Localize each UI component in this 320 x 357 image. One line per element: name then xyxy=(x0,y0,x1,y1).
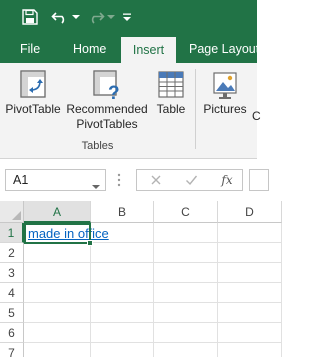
ribbon-tabs: File Home Insert Page Layout xyxy=(0,35,259,63)
select-all-icon xyxy=(12,211,21,220)
cell-d4[interactable] xyxy=(218,283,282,303)
tables-group-label: Tables xyxy=(81,140,114,152)
cell-a6[interactable] xyxy=(24,323,91,343)
redo-icon xyxy=(85,6,107,28)
cell-a3[interactable] xyxy=(24,263,91,283)
table-label: Table xyxy=(156,102,186,116)
undo-dropdown-icon[interactable] xyxy=(71,6,81,28)
cell-c6[interactable] xyxy=(154,323,218,343)
row-header-1[interactable]: 1 xyxy=(0,223,24,243)
row-header-7[interactable]: 7 xyxy=(0,343,24,357)
chevron-down-icon[interactable] xyxy=(92,177,100,195)
pivottable-button[interactable]: PivotTable xyxy=(3,68,63,117)
insert-function-button[interactable]: fx xyxy=(217,172,237,188)
row-header-5[interactable]: 5 xyxy=(0,303,24,323)
column-header-a[interactable]: A xyxy=(24,201,91,223)
row-header-6[interactable]: 6 xyxy=(0,323,24,343)
cell-d5[interactable] xyxy=(218,303,282,323)
undo-icon[interactable] xyxy=(49,6,71,28)
table-button[interactable]: Table xyxy=(152,68,190,117)
cell-b6[interactable] xyxy=(91,323,154,343)
cell-c5[interactable] xyxy=(154,303,218,323)
row-header-3[interactable]: 3 xyxy=(0,263,24,283)
enter-check-icon xyxy=(181,172,201,188)
cell-d7[interactable] xyxy=(218,343,282,357)
cell-c4[interactable] xyxy=(154,283,218,303)
column-header-d[interactable]: D xyxy=(218,201,282,223)
cell-b3[interactable] xyxy=(91,263,154,283)
cancel-icon xyxy=(146,172,166,188)
cell-a5[interactable] xyxy=(24,303,91,323)
active-cell-selection xyxy=(24,223,91,244)
name-box-value: A1 xyxy=(13,173,29,187)
column-header-b[interactable]: B xyxy=(91,201,154,223)
cell-a4[interactable] xyxy=(24,283,91,303)
customize-toolbar-icon[interactable] xyxy=(120,6,134,28)
pivottable-label: PivotTable xyxy=(5,102,61,116)
cell-a2[interactable] xyxy=(24,243,91,263)
svg-text:?: ? xyxy=(108,83,120,102)
row-header-4[interactable]: 4 xyxy=(0,283,24,303)
cell-b2[interactable] xyxy=(91,243,154,263)
select-all-button[interactable] xyxy=(0,201,24,223)
tab-insert[interactable]: Insert xyxy=(121,37,176,63)
ribbon-insert: PivotTable ? Recommended PivotTables Tab… xyxy=(0,63,261,159)
cell-d6[interactable] xyxy=(218,323,282,343)
formula-bar: A1 fx xyxy=(0,159,269,201)
tab-home[interactable]: Home xyxy=(73,35,106,63)
table-icon xyxy=(158,71,184,98)
cell-d1[interactable] xyxy=(218,223,282,243)
pivottable-icon xyxy=(20,70,46,98)
cell-c1[interactable] xyxy=(154,223,218,243)
cell-b4[interactable] xyxy=(91,283,154,303)
tab-page-layout[interactable]: Page Layout xyxy=(189,35,259,63)
formula-bar-resize-handle[interactable] xyxy=(116,172,122,188)
formula-buttons: fx xyxy=(136,169,243,191)
recommended-pivottables-icon: ? xyxy=(93,70,120,102)
recommended-label-line1: Recommended xyxy=(66,102,148,116)
name-box[interactable]: A1 xyxy=(5,169,106,191)
pictures-icon xyxy=(213,72,237,99)
column-header-c[interactable]: C xyxy=(154,201,218,223)
cell-d3[interactable] xyxy=(218,263,282,283)
fill-handle[interactable] xyxy=(87,240,93,246)
recommended-pivottables-button[interactable]: ? Recommended PivotTables xyxy=(64,68,150,132)
save-icon[interactable] xyxy=(19,6,41,28)
quick-access-toolbar xyxy=(0,0,257,35)
cell-b5[interactable] xyxy=(91,303,154,323)
formula-input[interactable] xyxy=(249,169,269,191)
cell-d2[interactable] xyxy=(218,243,282,263)
cell-c2[interactable] xyxy=(154,243,218,263)
redo-dropdown-icon xyxy=(106,6,116,28)
worksheet-grid: A B C D 1 2 3 4 5 6 7 made in office xyxy=(0,201,282,357)
cell-b7[interactable] xyxy=(91,343,154,357)
recommended-label-line2: PivotTables xyxy=(76,117,138,131)
pictures-button[interactable]: Pictures xyxy=(200,68,250,117)
cell-c3[interactable] xyxy=(154,263,218,283)
row-header-2[interactable]: 2 xyxy=(0,243,24,263)
tab-file[interactable]: File xyxy=(20,35,40,63)
cell-a7[interactable] xyxy=(24,343,91,357)
pictures-label: Pictures xyxy=(203,102,247,116)
ribbon-group-divider xyxy=(195,69,196,149)
cell-c7[interactable] xyxy=(154,343,218,357)
next-button-partial-label: C xyxy=(252,109,261,123)
